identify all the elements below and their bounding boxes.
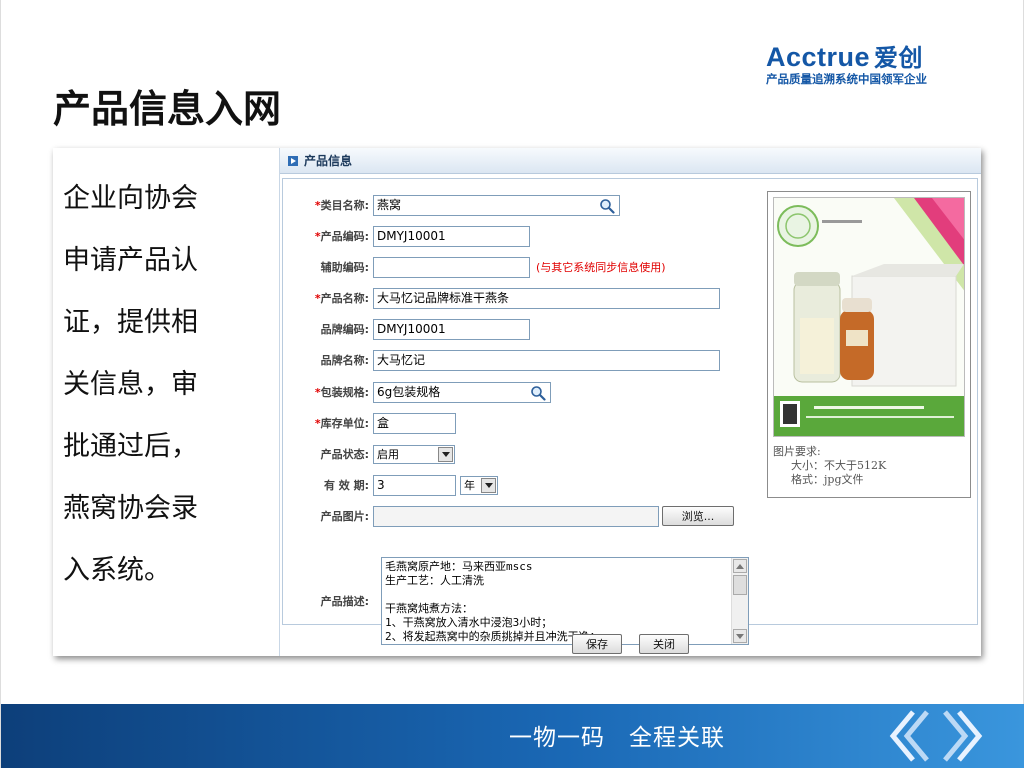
text-line: 证，提供相 [63, 307, 198, 338]
scroll-down-icon[interactable] [733, 629, 747, 643]
category-label: *类目名称: [314, 199, 369, 212]
browse-button[interactable]: 浏览... [662, 506, 734, 526]
brand-code-label: 品牌编码: [320, 323, 369, 336]
slide: Acctrue 爱创 产品质量追溯系统中国领军企业 产品信息入网 企业向协会 申请… [0, 0, 1024, 768]
package-spec-label: *包装规格: [314, 386, 369, 399]
row-product-code: *产品编码: DMYJ10001 [283, 225, 530, 247]
bird-nest-product-photo [774, 198, 964, 436]
close-button[interactable]: 关闭 [639, 634, 689, 654]
row-brand-name: 品牌名称: 大马忆记 [283, 349, 720, 371]
product-form: *类目名称: 燕窝 *产品编码: DMYJ10001 辅助编码: (与其它系统同… [282, 178, 978, 645]
text-line: 燕窝协会录 [63, 493, 198, 524]
row-brand-code: 品牌编码: DMYJ10001 [283, 318, 530, 340]
stock-unit-label: *库存单位: [314, 417, 369, 430]
validity-label: 有 效 期: [323, 479, 369, 492]
page-title: 产品信息入网 [53, 86, 282, 131]
acctrue-logo: Acctrue 爱创 产品质量追溯系统中国领军企业 [766, 38, 986, 87]
image-req-size: 大小：不大于512K [791, 459, 887, 472]
image-preview-box: 图片要求: 大小：不大于512K 格式：jpg文件 [767, 191, 971, 498]
product-name-label: *产品名称: [314, 292, 369, 305]
aux-code-input[interactable] [373, 256, 530, 278]
image-req-title: 图片要求: [773, 445, 821, 458]
row-category: *类目名称: 燕窝 [283, 194, 620, 216]
panel-header: 产品信息 [280, 148, 981, 174]
panel-arrow-icon [288, 155, 298, 166]
product-code-input[interactable]: DMYJ10001 [373, 225, 530, 247]
logo-brand-cn: 爱创 [874, 44, 924, 72]
row-stock-unit: *库存单位: 盒 [283, 412, 456, 434]
row-description-label: 产品描述: [283, 590, 373, 612]
logo-brand: Acctrue 爱创 [766, 38, 986, 73]
image-requirements: 图片要求: 大小：不大于512K 格式：jpg文件 [773, 445, 886, 487]
brand-code-input[interactable]: DMYJ10001 [373, 318, 530, 340]
text-line: 关信息，审 [63, 369, 198, 400]
scroll-up-icon[interactable] [733, 559, 747, 573]
validity-input[interactable]: 3 [373, 474, 456, 496]
textarea-line [385, 588, 728, 602]
search-icon[interactable] [599, 198, 615, 214]
row-product-name: *产品名称: 大马忆记品牌标准干燕条 [283, 287, 720, 309]
image-req-format: 格式：jpg文件 [791, 473, 864, 486]
scroll-thumb[interactable] [733, 575, 747, 595]
search-icon[interactable] [530, 385, 546, 401]
text-line: 批通过后， [63, 431, 198, 462]
chevron-right-icon [943, 710, 983, 762]
textarea-scrollbar[interactable] [731, 558, 748, 644]
validity-unit-select[interactable]: 年 [460, 475, 498, 495]
image-path-input[interactable] [373, 505, 659, 527]
status-label: 产品状态: [320, 448, 369, 461]
footer-slogan: 一物一码 全程关联 [509, 725, 725, 751]
stock-unit-input[interactable]: 盒 [373, 412, 456, 434]
save-button[interactable]: 保存 [572, 634, 622, 654]
image-label: 产品图片: [320, 510, 369, 523]
brand-name-input[interactable]: 大马忆记 [373, 349, 720, 371]
row-image: 产品图片: 浏览... [283, 505, 734, 527]
category-input[interactable]: 燕窝 [373, 194, 620, 216]
row-validity: 有 效 期: 3 年 [283, 474, 498, 496]
product-info-window: 产品信息 *类目名称: 燕窝 *产品编码: DMYJ10001 辅助编码: (与… [279, 148, 981, 656]
chevron-down-icon[interactable] [438, 446, 453, 462]
aux-code-label: 辅助编码: [320, 261, 369, 274]
row-package-spec: *包装规格: 6g包装规格 [283, 381, 551, 403]
chevron-down-icon[interactable] [481, 477, 496, 493]
aux-code-note: (与其它系统同步信息使用) [536, 261, 666, 274]
textarea-line: 生产工艺：人工清洗 [385, 574, 484, 587]
product-name-input[interactable]: 大马忆记品牌标准干燕条 [373, 287, 720, 309]
textarea-line: 干燕窝炖煮方法： [385, 602, 473, 615]
textarea-line: 1、干燕窝放入清水中浸泡3小时； [385, 616, 553, 629]
description-textarea[interactable]: 毛燕窝原产地：马来西亚mscs 生产工艺：人工清洗 干燕窝炖煮方法： 1、干燕窝… [381, 557, 749, 645]
brand-name-label: 品牌名称: [320, 354, 369, 367]
package-spec-input[interactable]: 6g包装规格 [373, 381, 551, 403]
panel-title: 产品信息 [304, 154, 353, 168]
status-select[interactable]: 启用 [373, 444, 455, 464]
text-line: 申请产品认 [63, 245, 198, 276]
textarea-line: 毛燕窝原产地：马来西亚mscs [385, 560, 533, 573]
logo-brand-en: Acctrue [766, 42, 871, 72]
product-code-label: *产品编码: [314, 230, 369, 243]
product-image [773, 197, 965, 437]
description-text: 企业向协会 申请产品认 证，提供相 关信息，审 批通过后， 燕窝协会录 入系统。 [63, 168, 249, 602]
row-status: 产品状态: 启用 [283, 443, 455, 465]
row-aux-code: 辅助编码: (与其它系统同步信息使用) [283, 256, 666, 278]
logo-tagline: 产品质量追溯系统中国领军企业 [766, 72, 927, 86]
text-line: 企业向协会 [63, 183, 198, 214]
chevron-left-icon [889, 710, 929, 762]
text-line: 入系统。 [63, 555, 171, 586]
description-label: 产品描述: [320, 595, 369, 608]
